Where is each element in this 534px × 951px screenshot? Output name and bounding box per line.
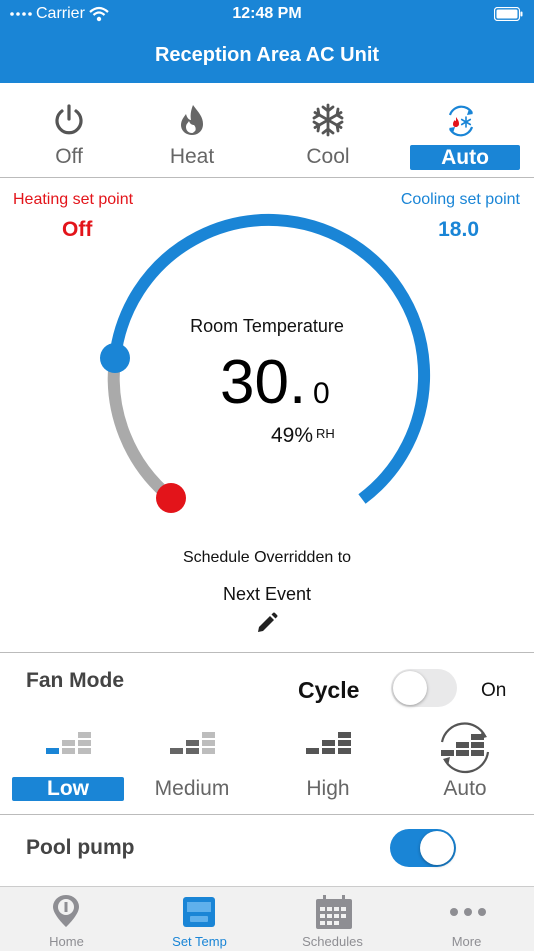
tab-set-temp[interactable]: Set Temp — [133, 887, 266, 951]
room-temperature-label: Room Temperature — [190, 316, 344, 336]
tab-set-temp-label: Set Temp — [172, 934, 227, 949]
pool-pump-toggle-knob — [420, 831, 454, 865]
divider — [0, 814, 534, 815]
cycle-label: Cycle — [298, 677, 360, 703]
room-temperature-value: 30. — [220, 348, 307, 417]
fan-high-label: High — [306, 777, 350, 800]
fan-auto-label: Auto — [443, 777, 487, 800]
tab-schedules[interactable]: Schedules — [266, 887, 399, 951]
cycle-on-label: On — [481, 680, 507, 701]
fan-medium-icon — [170, 732, 215, 754]
heating-handle[interactable] — [156, 483, 186, 513]
fan-mode-title: Fan Mode — [26, 669, 124, 692]
pool-pump-label: Pool pump — [26, 836, 135, 859]
cycle-toggle[interactable] — [391, 669, 457, 707]
location-pin-icon — [53, 895, 79, 927]
edit-schedule-button[interactable] — [256, 612, 278, 639]
cycle-toggle-knob — [393, 671, 427, 705]
tab-home[interactable]: Home — [0, 887, 133, 951]
divider — [0, 652, 534, 653]
more-dots-icon — [450, 908, 486, 916]
tab-more[interactable]: More — [400, 887, 533, 951]
tab-home-label: Home — [49, 934, 84, 949]
schedule-override-label: Schedule Overridden to — [182, 549, 352, 566]
fan-low-button[interactable]: Low — [0, 722, 136, 810]
fan-low-icon — [46, 732, 91, 754]
tab-bar: Home Set Temp Schedules More — [0, 886, 534, 951]
fan-low-label: Low — [12, 777, 124, 801]
pool-pump-toggle[interactable] — [390, 829, 456, 867]
fan-medium-label: Medium — [154, 777, 230, 800]
fan-high-button[interactable]: High — [260, 722, 396, 810]
pencil-icon — [258, 612, 278, 632]
tab-schedules-label: Schedules — [302, 934, 363, 949]
fan-auto-button[interactable]: Auto — [397, 722, 533, 810]
schedule-override-value: Next Event — [222, 584, 312, 604]
tab-more-label: More — [451, 934, 482, 949]
calendar-icon — [316, 895, 352, 929]
fan-medium-button[interactable]: Medium — [124, 722, 260, 810]
humidity-value: 49% — [271, 424, 314, 447]
thermostat-icon — [183, 897, 215, 927]
humidity-unit: RH — [316, 426, 335, 441]
room-temperature-decimal: 0 — [313, 377, 330, 410]
dial-track — [107, 352, 177, 504]
cooling-handle[interactable] — [100, 343, 130, 373]
fan-high-icon — [306, 732, 351, 754]
fan-auto-icon — [440, 722, 490, 774]
